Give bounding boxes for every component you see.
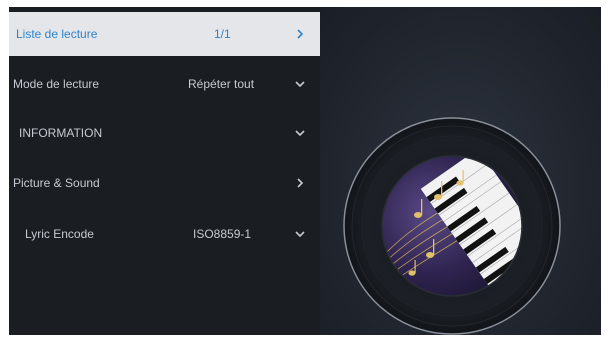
chevron-right-icon xyxy=(297,178,304,188)
menu-item-information[interactable]: INFORMATION xyxy=(9,111,320,155)
menu-item-picture-sound[interactable]: Picture & Sound xyxy=(9,161,320,205)
chevron-down-icon xyxy=(295,231,305,238)
menu-item-value: 1/1 xyxy=(214,27,231,41)
menu-item-label: Picture & Sound xyxy=(13,176,100,190)
menu-item-label: Lyric Encode xyxy=(25,227,94,241)
menu-item-value: Répéter tout xyxy=(188,77,255,91)
menu-item-label: Liste de lecture xyxy=(16,27,98,41)
chevron-down-icon xyxy=(295,130,305,137)
menu-item-label: Mode de lecture xyxy=(13,77,100,91)
chevron-down-icon xyxy=(295,81,305,88)
music-player-panel xyxy=(320,7,601,335)
vinyl-record-icon xyxy=(343,117,561,335)
settings-menu: Liste de lecture 1/1 Mode de lecture Rép… xyxy=(9,7,320,335)
tv-screen: Liste de lecture 1/1 Mode de lecture Rép… xyxy=(9,7,601,335)
chevron-right-icon xyxy=(297,29,304,39)
menu-item-playlist[interactable]: Liste de lecture 1/1 xyxy=(9,12,320,56)
menu-item-label: INFORMATION xyxy=(19,126,103,140)
menu-item-value: ISO8859-1 xyxy=(193,227,252,241)
menu-item-playback-mode[interactable]: Mode de lecture Répéter tout xyxy=(9,62,320,106)
menu-item-lyric-encode[interactable]: Lyric Encode ISO8859-1 xyxy=(9,212,320,256)
